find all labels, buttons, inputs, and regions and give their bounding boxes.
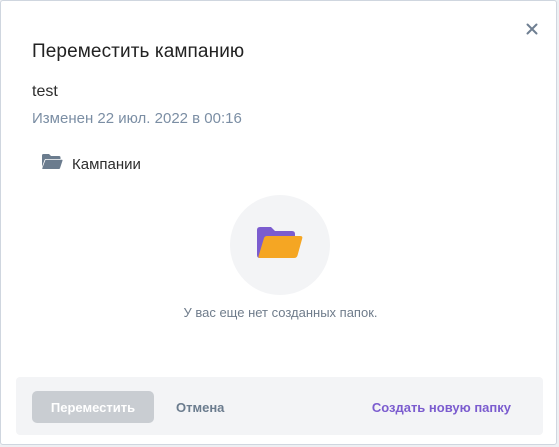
move-button[interactable]: Переместить bbox=[32, 391, 154, 423]
close-button[interactable] bbox=[522, 21, 542, 41]
empty-state-message: У вас еще нет созданных папок. bbox=[183, 305, 378, 320]
create-folder-button[interactable]: Создать новую папку bbox=[372, 391, 511, 423]
close-icon bbox=[526, 22, 538, 40]
modified-date: Изменен 22 июл. 2022 в 00:16 bbox=[32, 110, 242, 127]
folder-open-icon bbox=[41, 153, 63, 175]
campaign-name: test bbox=[32, 83, 58, 100]
empty-state-illustration bbox=[230, 195, 330, 295]
folder-illustration-icon bbox=[255, 225, 305, 266]
move-campaign-dialog: Переместить кампанию test Изменен 22 июл… bbox=[0, 0, 557, 445]
dialog-footer: Переместить Отмена Создать новую папку bbox=[16, 377, 543, 435]
folder-tree-root-label: Кампании bbox=[72, 155, 141, 173]
cancel-button[interactable]: Отмена bbox=[176, 391, 224, 423]
folder-tree-root[interactable]: Кампании bbox=[41, 153, 141, 175]
dialog-title: Переместить кампанию bbox=[32, 41, 245, 62]
